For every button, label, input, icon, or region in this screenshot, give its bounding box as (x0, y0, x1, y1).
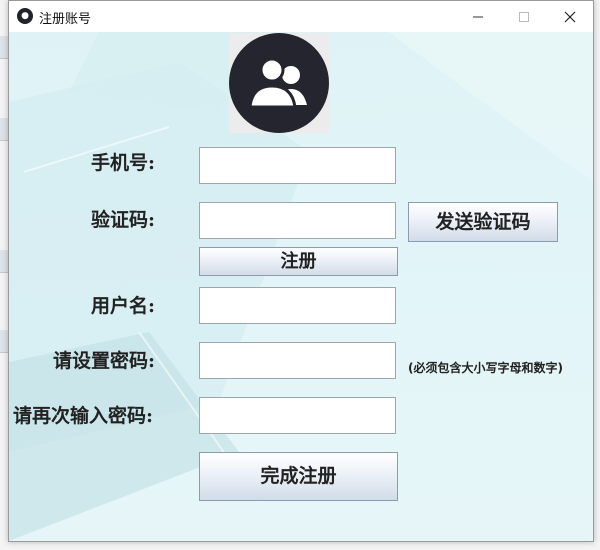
phone-label: 手机号: (90, 152, 155, 174)
password-input[interactable] (199, 342, 396, 379)
send-code-button[interactable]: 发送验证码 (408, 202, 558, 242)
finish-register-button[interactable]: 完成注册 (199, 452, 398, 501)
password-label: 请设置密码: (52, 350, 155, 372)
title-bar: ● 注册账号 (9, 1, 593, 32)
minimize-icon (473, 16, 483, 17)
confirm-password-input[interactable] (199, 397, 396, 434)
avatar (229, 33, 329, 133)
username-input[interactable] (199, 287, 396, 324)
verification-code-input[interactable] (199, 202, 396, 239)
minimize-button[interactable] (455, 1, 501, 32)
phone-input[interactable] (199, 147, 396, 184)
window-title: 注册账号 (39, 12, 92, 27)
confirm-password-label: 请再次输入密码: (13, 405, 154, 427)
form-panel: 手机号: 验证码: 发送验证码 注册 用户名: 请设置密码: (必须包含大小写字… (9, 32, 593, 541)
user-app-icon: ● (17, 8, 33, 24)
password-hint: (必须包含大小写字母和数字) (408, 361, 563, 375)
maximize-icon (519, 11, 529, 22)
users-icon (248, 57, 307, 109)
username-label: 用户名: (90, 295, 155, 317)
code-label: 验证码: (90, 209, 155, 231)
close-icon (564, 11, 576, 22)
maximize-button[interactable] (501, 1, 547, 32)
register-button[interactable]: 注册 (199, 247, 398, 276)
register-dialog: ● 注册账号 手机号: 验证码: 发送验证码 注册 用户名: 请设置密码: (必… (8, 0, 594, 542)
close-button[interactable] (547, 1, 593, 32)
